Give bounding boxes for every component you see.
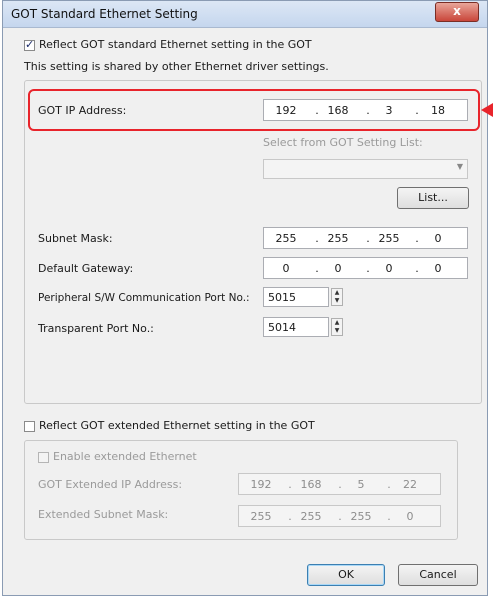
ip-dot: . [288,510,292,523]
subnet-octet-3: 255 [378,232,400,245]
transparent-port-spinner[interactable]: ▲ ▼ [331,318,343,336]
ext-subnet-octet-2: 255 [300,510,322,523]
reflect-standard-checkbox[interactable] [24,38,35,51]
gateway-octet-3: 0 [385,262,393,275]
list-button[interactable]: List... [397,187,469,209]
ip-dot: . [338,510,342,523]
close-button[interactable]: x [435,2,479,22]
setting-list-dropdown[interactable]: ▼ [263,159,468,179]
spin-down-icon: ▼ [334,327,340,334]
pointer-arrow-icon [481,103,493,117]
subnet-mask-label: Subnet Mask: [38,232,113,245]
transparent-port-value: 5014 [268,321,296,334]
gateway-octet-2: 0 [334,262,342,275]
ext-subnet-octet-4: 0 [406,510,414,523]
extended-ip-label: GOT Extended IP Address: [38,478,183,491]
gateway-octet-1: 0 [282,262,290,275]
enable-extended-label: Enable extended Ethernet [53,450,197,463]
transparent-port-input[interactable]: 5014 [263,317,329,337]
subnet-octet-4: 0 [434,232,442,245]
spin-down-icon: ▼ [334,297,340,304]
default-gateway-field[interactable]: 0 . 0 . 0 . 0 [263,257,468,279]
extended-subnet-label: Extended Subnet Mask: [38,508,169,521]
ext-ip-octet-2: 168 [300,478,322,491]
ip-dot: . [315,232,319,245]
reflect-extended-label: Reflect GOT extended Ethernet setting in… [39,419,315,432]
extended-ip-field[interactable]: 192 . 168 . 5 . 22 [238,473,441,495]
ip-dot: . [387,510,391,523]
subnet-octet-1: 255 [275,232,297,245]
ext-subnet-octet-1: 255 [250,510,272,523]
default-gateway-label: Default Gateway: [38,262,134,275]
cancel-button[interactable]: Cancel [398,564,478,586]
ok-button[interactable]: OK [307,564,385,586]
peripheral-port-value: 5015 [268,291,296,304]
reflect-standard-label: Reflect GOT standard Ethernet setting in… [39,38,312,51]
ip-dot: . [315,262,319,275]
select-list-label: Select from GOT Setting List: [263,136,423,149]
subnet-mask-field[interactable]: 255 . 255 . 255 . 0 [263,227,468,249]
ip-dot: . [338,478,342,491]
enable-extended-checkbox[interactable] [38,452,49,463]
peripheral-port-spinner[interactable]: ▲ ▼ [331,288,343,306]
ip-dot: . [366,262,370,275]
spin-up-icon: ▲ [334,319,340,326]
shared-note: This setting is shared by other Ethernet… [24,60,329,73]
chevron-down-icon: ▼ [456,162,463,171]
ip-dot: . [387,478,391,491]
subnet-octet-2: 255 [327,232,349,245]
ip-dot: . [288,478,292,491]
ext-ip-octet-1: 192 [250,478,272,491]
gateway-octet-4: 0 [434,262,442,275]
ip-dot: . [415,262,419,275]
ext-subnet-octet-3: 255 [350,510,372,523]
ip-dot: . [366,232,370,245]
peripheral-port-label: Peripheral S/W Communication Port No.: [38,292,250,304]
peripheral-port-input[interactable]: 5015 [263,287,329,307]
window-title: GOT Standard Ethernet Setting [11,7,198,21]
ext-ip-octet-4: 22 [403,478,417,491]
title-bar: GOT Standard Ethernet Setting x [3,1,487,28]
ip-dot: . [415,232,419,245]
ext-ip-octet-3: 5 [357,478,365,491]
reflect-extended-checkbox[interactable] [24,421,35,432]
transparent-port-label: Transparent Port No.: [38,322,154,335]
spin-up-icon: ▲ [334,289,340,296]
got-ip-highlight [28,89,480,131]
extended-subnet-field[interactable]: 255 . 255 . 255 . 0 [238,505,441,527]
close-icon: x [453,4,461,18]
